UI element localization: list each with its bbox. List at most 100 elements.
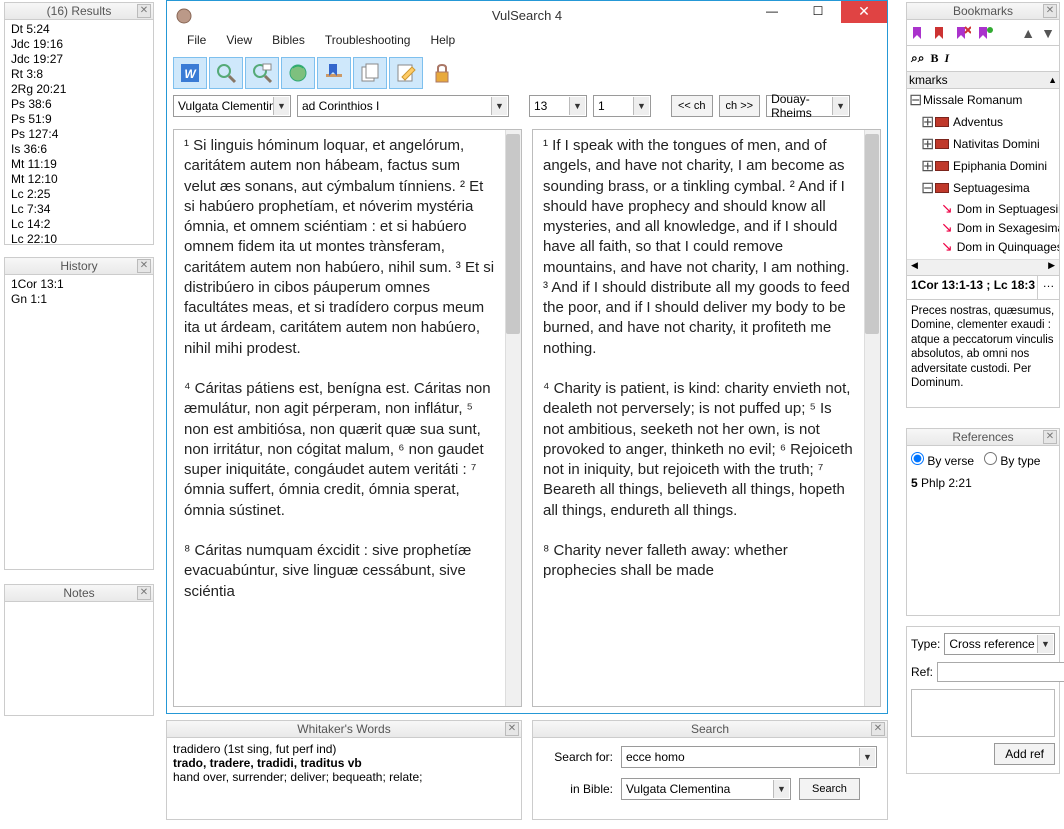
italic-button[interactable]: I (944, 51, 949, 66)
by-type-radio[interactable]: By type (984, 454, 1040, 468)
result-item[interactable]: Lc 7:34 (5, 202, 153, 217)
type-combo[interactable]: Cross reference▼ (944, 633, 1055, 655)
verse-value: 1 (598, 99, 605, 113)
history-item[interactable]: 1Cor 13:1 (11, 277, 147, 292)
bookmark-location-row: 1Cor 13:1-13 ; Lc 18:3 … (906, 276, 1060, 300)
prev-chapter-button[interactable]: << ch (671, 95, 713, 117)
results-title-text: (16) Results (47, 4, 112, 18)
result-item[interactable]: Mt 11:19 (5, 157, 153, 172)
search-button[interactable]: Search (799, 778, 860, 800)
bm-add2-icon[interactable] (933, 25, 949, 41)
in-bible-combo[interactable]: Vulgata Clementina▼ (621, 778, 791, 800)
references-title: References ✕ (906, 428, 1060, 446)
titlebar[interactable]: VulSearch 4 — ☐ ✕ (167, 1, 887, 31)
result-item[interactable]: Jdc 19:16 (5, 37, 153, 52)
bold-button[interactable]: B (930, 51, 938, 66)
bookmarks-close-icon[interactable]: ✕ (1043, 4, 1057, 18)
bm-edit-icon[interactable] (977, 25, 993, 41)
maximize-button[interactable]: ☐ (795, 1, 841, 23)
edit-tool-button[interactable] (389, 57, 423, 89)
bookmark-tool-button[interactable] (317, 57, 351, 89)
bookmarks-tree[interactable]: kmarks▲ ⊟Missale Romanum⊞Adventus⊞Nativi… (906, 72, 1060, 276)
bible-left-combo[interactable]: Vulgata Clementina▼ (173, 95, 291, 117)
result-item[interactable]: Ps 127:4 (5, 127, 153, 142)
copy-tool-button[interactable] (353, 57, 387, 89)
close-button[interactable]: ✕ (841, 1, 887, 23)
chapter-combo[interactable]: 13▼ (529, 95, 587, 117)
bm-add-icon[interactable] (911, 25, 927, 41)
search2-tool-button[interactable] (245, 57, 279, 89)
search-title: Search ✕ (532, 720, 888, 738)
result-item[interactable]: Mt 12:10 (5, 172, 153, 187)
menu-file[interactable]: File (177, 31, 216, 49)
text-pane-right[interactable]: ¹ If I speak with the tongues of men, an… (532, 129, 881, 707)
search-tool-button[interactable] (209, 57, 243, 89)
menu-bibles[interactable]: Bibles (262, 31, 315, 49)
book-combo[interactable]: ad Corinthios I▼ (297, 95, 509, 117)
result-item[interactable]: Lc 22:10 (5, 232, 153, 245)
menu-view[interactable]: View (216, 31, 262, 49)
menu-help[interactable]: Help (420, 31, 465, 49)
book-value: ad Corinthios I (302, 99, 379, 113)
result-item[interactable]: Lc 2:25 (5, 187, 153, 202)
history-list[interactable]: 1Cor 13:1Gn 1:1 (4, 275, 154, 570)
lock-tool-button[interactable] (425, 57, 459, 89)
tree-header: kmarks (909, 73, 948, 87)
result-item[interactable]: 2Rg 20:21 (5, 82, 153, 97)
minimize-button[interactable]: — (749, 1, 795, 23)
add-ref-button[interactable]: Add ref (994, 743, 1055, 765)
binoculars-icon[interactable]: ⌕⌕ (911, 51, 924, 66)
scrollbar-left[interactable] (505, 130, 521, 706)
word-tool-button[interactable]: W (173, 57, 207, 89)
scroll-left-icon[interactable]: ◀ (907, 260, 922, 275)
bookmark-note: Preces nostras, quæsumus, Domine, clemen… (906, 300, 1060, 408)
whitakers-close-icon[interactable]: ✕ (505, 722, 519, 736)
verse-combo[interactable]: 1▼ (593, 95, 651, 117)
bible-right-combo[interactable]: Douay-Rheims▼ (766, 95, 850, 117)
by-verse-radio[interactable]: By verse (911, 454, 974, 468)
history-close-icon[interactable]: ✕ (137, 259, 151, 273)
ref-text-input[interactable] (911, 689, 1055, 737)
whitakers-box: tradidero (1st sing, fut perf ind) trado… (166, 738, 522, 820)
tree-item[interactable]: ↘Dom in Sexagesima (907, 218, 1059, 237)
result-item[interactable]: Rt 3:8 (5, 67, 153, 82)
menu-troubleshooting[interactable]: Troubleshooting (315, 31, 421, 49)
globe-tool-button[interactable] (281, 57, 315, 89)
tree-item[interactable]: ↘Dom in Quinquagesima (907, 237, 1059, 256)
result-item[interactable]: Is 36:6 (5, 142, 153, 157)
result-item[interactable]: Dt 5:24 (5, 22, 153, 37)
scrollbar-right[interactable] (864, 130, 880, 706)
ref-input[interactable] (937, 662, 1064, 682)
notes-close-icon[interactable]: ✕ (137, 586, 151, 600)
references-close-icon[interactable]: ✕ (1043, 430, 1057, 444)
reference-item[interactable]: 5 Phlp 2:21 (911, 476, 1055, 490)
scroll-right-icon[interactable]: ▶ (1044, 260, 1059, 275)
tree-item[interactable]: ⊞Epiphania Domini (907, 155, 1059, 177)
search-close-icon[interactable]: ✕ (871, 722, 885, 736)
dropdown-icon: ▼ (773, 780, 789, 798)
bm-up-icon[interactable]: ▲ (1021, 25, 1035, 41)
search-for-input[interactable]: ecce homo▼ (621, 746, 877, 768)
tree-item[interactable]: ⊟Septuagesima (907, 177, 1059, 199)
tree-item[interactable]: ↘Dom in Septuagesima (907, 199, 1059, 218)
result-item[interactable]: Ps 51:9 (5, 112, 153, 127)
search-for-value: ecce homo (626, 750, 685, 764)
bm-del-icon[interactable] (955, 25, 971, 41)
text-pane-left[interactable]: ¹ Si linguis hóminum loquar, et angelóru… (173, 129, 522, 707)
result-item[interactable]: Lc 14:2 (5, 217, 153, 232)
notes-box[interactable] (4, 602, 154, 716)
results-list[interactable]: Dt 5:24Jdc 19:16Jdc 19:27Rt 3:82Rg 20:21… (4, 20, 154, 245)
tree-item[interactable]: ⊟Missale Romanum (907, 89, 1059, 111)
bm-down-icon[interactable]: ▼ (1041, 25, 1055, 41)
tree-item[interactable]: ⊞Adventus (907, 111, 1059, 133)
result-item[interactable]: Jdc 19:27 (5, 52, 153, 67)
toolbar: W (167, 53, 887, 93)
history-item[interactable]: Gn 1:1 (11, 292, 147, 307)
tree-item[interactable]: ⊞Nativitas Domini (907, 133, 1059, 155)
chapter-value: 13 (534, 99, 547, 113)
history-panel-title: History ✕ (4, 257, 154, 275)
results-close-icon[interactable]: ✕ (137, 4, 151, 18)
result-item[interactable]: Ps 38:6 (5, 97, 153, 112)
bookmark-more-button[interactable]: … (1037, 276, 1059, 299)
next-chapter-button[interactable]: ch >> (719, 95, 761, 117)
